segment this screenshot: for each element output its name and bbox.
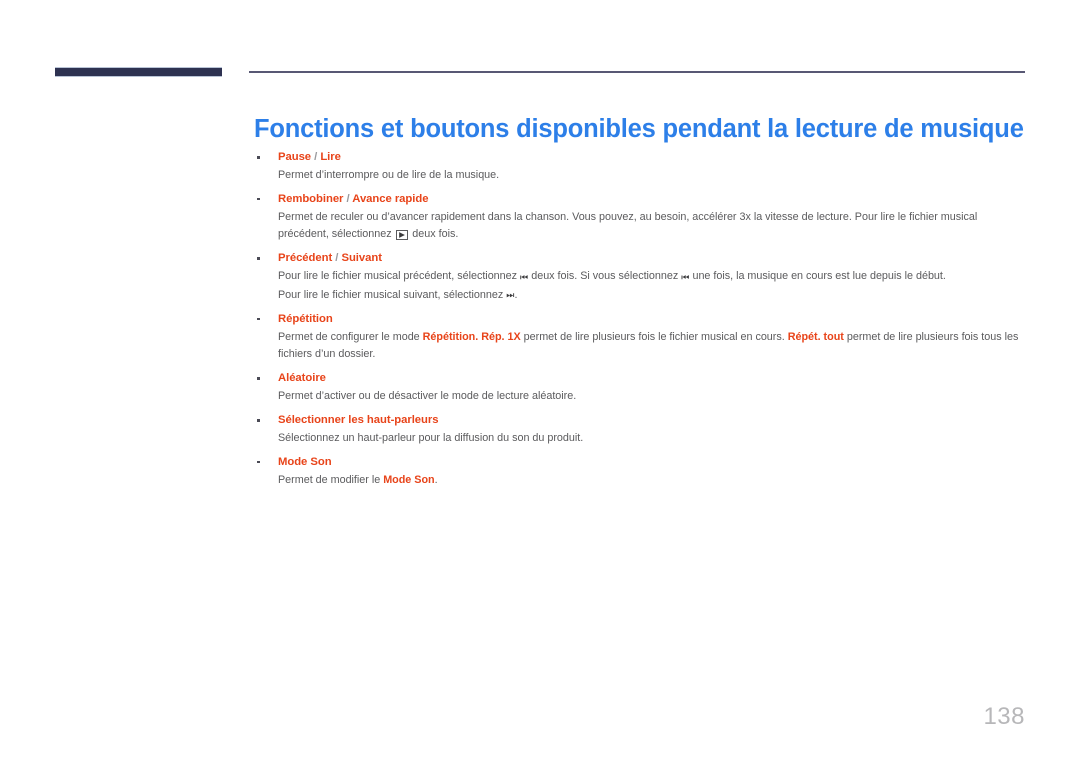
list-item: Rembobiner / Avance rapide Permet de recu…: [254, 191, 1026, 244]
item-description: Sélectionnez un haut-parleur pour la dif…: [278, 432, 584, 444]
page-number: 138: [983, 703, 1025, 730]
item-heading-primary: Répétition: [278, 312, 333, 325]
item-heading: Sélectionner les haut-parleurs: [254, 412, 1026, 429]
inline-term: Rép. 1X: [481, 330, 521, 343]
item-heading: Précédent / Suivant: [254, 250, 1026, 267]
item-heading-separator: /: [311, 151, 321, 163]
bullet-icon: [257, 156, 260, 159]
list-item: Répétition Permet de configurer le mode R…: [254, 311, 1026, 364]
next-track-icon: ⏭: [506, 290, 515, 302]
list-item: Aléatoire Permet d’activer ou de désactiv…: [254, 370, 1026, 405]
inline-term: Mode Son: [383, 473, 435, 486]
bullet-icon: [257, 257, 260, 260]
item-heading: Aléatoire: [254, 370, 1026, 387]
item-description: Permet de reculer ou d’avancer rapidemen…: [278, 210, 978, 241]
item-heading-separator: /: [343, 192, 353, 205]
list-item: Précédent / Suivant Pour lire le fichier …: [254, 250, 1026, 304]
page-title: Fonctions et boutons disponibles pendant…: [254, 115, 1024, 144]
content-list: Pause / Lire Permet d’interrompre ou de l…: [254, 149, 1026, 496]
list-item: Mode Son Permet de modifier le Mode Son.: [254, 454, 1026, 489]
item-description: Pour lire le fichier musical précédent, …: [278, 270, 946, 283]
item-description: Permet d’activer ou de désactiver le mod…: [278, 390, 577, 403]
item-description: Pour lire le fichier musical suivant, sé…: [278, 288, 518, 302]
inline-term: Répét. tout: [787, 330, 844, 343]
bullet-icon: [257, 317, 260, 321]
item-description: Permet de configurer le mode Répétition.…: [278, 330, 1019, 361]
item-heading-primary: Aléatoire: [278, 372, 326, 385]
item-heading: Pause / Lire: [254, 149, 1026, 166]
inline-term: Répétition.: [422, 330, 479, 343]
bullet-icon: [257, 377, 260, 380]
item-heading: Mode Son: [254, 454, 1026, 471]
item-heading-secondary: Suivant: [341, 252, 382, 265]
list-item: Pause / Lire Permet d’interrompre ou de l…: [254, 149, 1026, 184]
item-heading: Rembobiner / Avance rapide: [254, 191, 1026, 208]
header-accent-bar: [55, 67, 222, 77]
item-heading-primary: Pause: [278, 151, 312, 163]
item-heading-primary: Mode Son: [278, 455, 332, 468]
header-divider-rule: [249, 71, 1025, 73]
bullet-icon: [257, 460, 260, 464]
item-heading: Répétition: [254, 311, 1026, 328]
item-description: Permet de modifier le Mode Son.: [278, 473, 438, 486]
previous-track-icon: ⏮: [520, 271, 529, 283]
item-heading-secondary: Lire: [320, 151, 341, 163]
previous-track-icon: ⏮: [681, 271, 690, 283]
item-heading-primary: Rembobiner: [278, 192, 344, 205]
list-item: Sélectionner les haut-parleurs Sélectionn…: [254, 412, 1026, 447]
item-heading-primary: Sélectionner les haut-parleurs: [278, 414, 439, 427]
bullet-icon: [257, 197, 260, 201]
item-description: Permet d’interrompre ou de lire de la mu…: [278, 168, 500, 181]
item-heading-primary: Précédent: [278, 252, 333, 265]
bullet-icon: [257, 419, 260, 422]
item-heading-secondary: Avance rapide: [352, 192, 429, 205]
play-boxed-icon: ▶: [395, 229, 409, 241]
